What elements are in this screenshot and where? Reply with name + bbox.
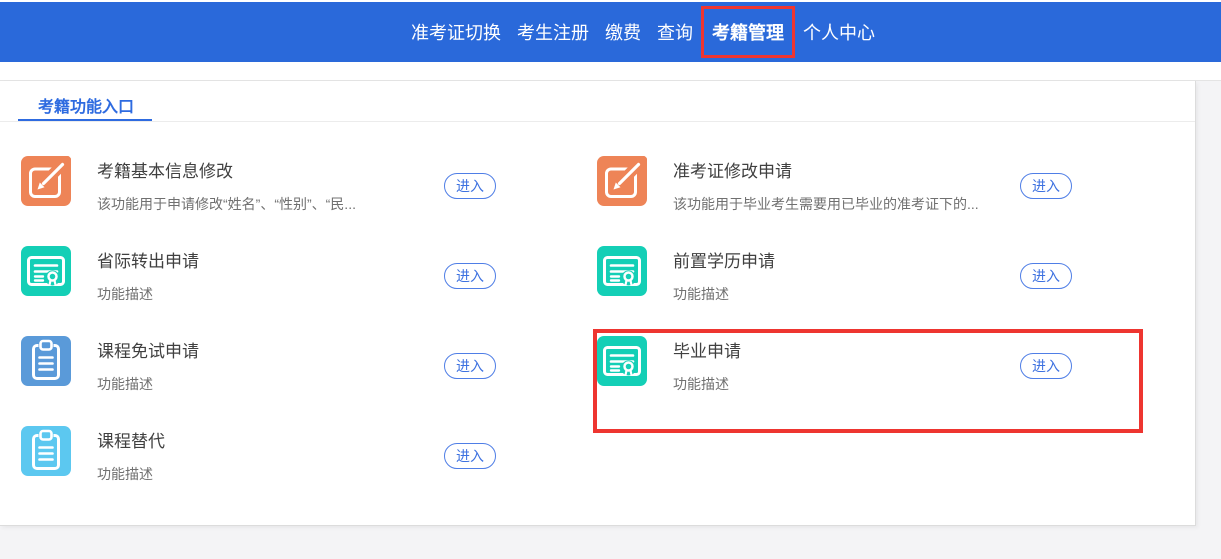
- card-description: 该功能用于申请修改“姓名”、“性别”、“民...: [97, 194, 356, 214]
- enter-button[interactable]: 进入: [444, 353, 496, 379]
- certificate-icon: [597, 336, 647, 386]
- enter-button[interactable]: 进入: [444, 443, 496, 469]
- card-description: 功能描述: [97, 374, 153, 394]
- card-description: 功能描述: [673, 284, 729, 304]
- function-card-course-substitution: 课程替代 功能描述 进入: [21, 426, 496, 490]
- function-card-basic-info-edit: 考籍基本信息修改 该功能用于申请修改“姓名”、“性别”、“民... 进入: [21, 156, 496, 220]
- nav-menu: 准考证切换 考生注册 缴费 查询 考籍管理 个人中心: [403, 2, 883, 62]
- function-card-interprovincial-transfer: 省际转出申请 功能描述 进入: [21, 246, 496, 310]
- card-title: 毕业申请: [673, 337, 741, 362]
- card-description: 该功能用于毕业考生需要用已毕业的准考证下的...: [673, 194, 979, 214]
- card-title: 课程免试申请: [97, 337, 199, 362]
- edit-pencil-icon: [21, 156, 71, 206]
- card-description: 功能描述: [97, 284, 153, 304]
- card-description: 功能描述: [97, 464, 153, 484]
- card-title: 课程替代: [97, 427, 165, 452]
- function-card-graduation-application: 毕业申请 功能描述 进入: [597, 336, 1072, 400]
- card-title: 考籍基本信息修改: [97, 157, 233, 182]
- nav-item-query[interactable]: 查询: [649, 19, 701, 45]
- enter-button[interactable]: 进入: [444, 173, 496, 199]
- certificate-icon: [21, 246, 71, 296]
- card-title: 准考证修改申请: [673, 157, 792, 182]
- enter-button[interactable]: 进入: [1020, 173, 1072, 199]
- tab-exam-record-entry[interactable]: 考籍功能入口: [38, 93, 134, 117]
- certificate-icon: [597, 246, 647, 296]
- edit-pencil-icon: [597, 156, 647, 206]
- function-card-prior-education: 前置学历申请 功能描述 进入: [597, 246, 1072, 310]
- clipboard-icon: [21, 426, 71, 476]
- nav-item-exam-record-management[interactable]: 考籍管理: [701, 6, 795, 58]
- nav-item-candidate-register[interactable]: 考生注册: [509, 19, 597, 45]
- nav-item-payment[interactable]: 缴费: [597, 19, 649, 45]
- top-navigation-bar: 准考证切换 考生注册 缴费 查询 考籍管理 个人中心: [0, 2, 1221, 62]
- nav-item-personal-center[interactable]: 个人中心: [795, 19, 883, 45]
- card-description: 功能描述: [673, 374, 729, 394]
- card-title: 省际转出申请: [97, 247, 199, 272]
- page: 准考证切换 考生注册 缴费 查询 考籍管理 个人中心 考籍功能入口 考籍基本信息…: [0, 0, 1221, 559]
- enter-button[interactable]: 进入: [1020, 353, 1072, 379]
- function-card-admission-ticket-edit: 准考证修改申请 该功能用于毕业考生需要用已毕业的准考证下的... 进入: [597, 156, 1072, 220]
- clipboard-icon: [21, 336, 71, 386]
- tab-divider: [0, 121, 1195, 122]
- enter-button[interactable]: 进入: [1020, 263, 1072, 289]
- nav-item-ticket-switch[interactable]: 准考证切换: [403, 19, 509, 45]
- exam-record-functions-panel: 考籍功能入口 考籍基本信息修改 该功能用于申请修改“姓名”、“性别”、“民...…: [0, 81, 1196, 526]
- card-title: 前置学历申请: [673, 247, 775, 272]
- enter-button[interactable]: 进入: [444, 263, 496, 289]
- function-card-course-exemption: 课程免试申请 功能描述 进入: [21, 336, 496, 400]
